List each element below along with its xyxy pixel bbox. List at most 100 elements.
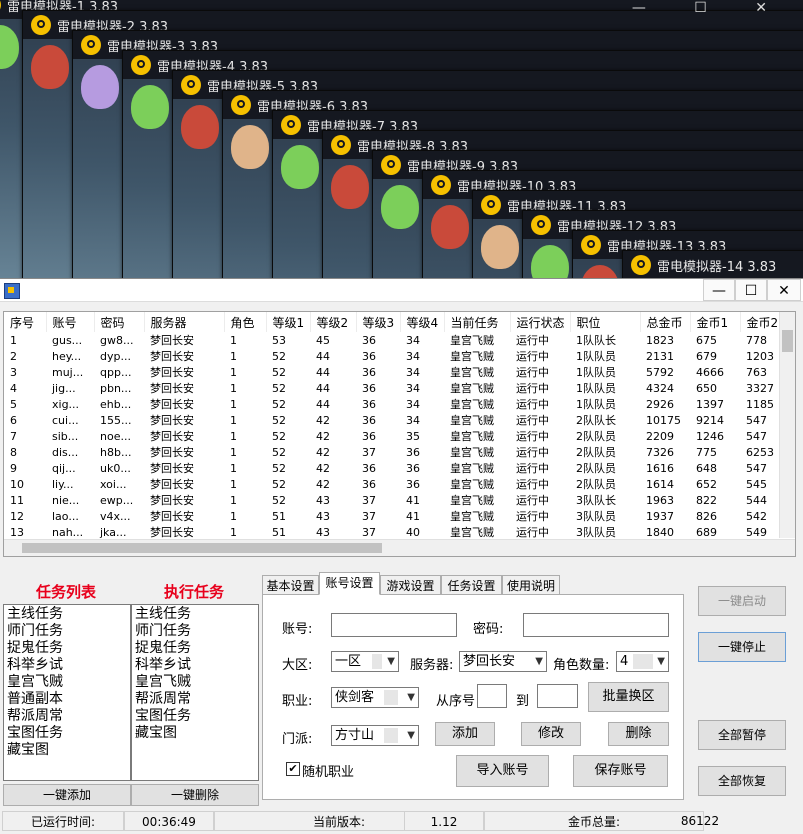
list-item[interactable]: 皇宫飞贼 [7, 674, 130, 691]
batch-change-region-button[interactable]: 批量换区 [588, 682, 669, 712]
password-input[interactable] [523, 613, 669, 637]
tab-basic-settings[interactable]: 基本设置 [262, 575, 319, 595]
table-cell: 36 [362, 413, 376, 427]
ldplayer-logo-icon [331, 135, 351, 155]
emulator-title-bar[interactable]: 雷电模拟器-14 3.83 [623, 251, 803, 278]
emulator-window[interactable]: 雷电模拟器-14 3.83 [622, 250, 803, 278]
table-row[interactable]: 12 lao... v4x... 梦回长安 1 51 43 37 41 皇宫飞贼 运行中 3队队员 19… [4, 508, 780, 524]
table-row[interactable]: 11 nie... ewp... 梦回长安 1 52 43 37 41 皇宫飞贼 运行中 3队队长 19… [4, 492, 780, 508]
tab-account-settings[interactable]: 账号设置 [319, 572, 380, 595]
minimize-button[interactable]: — [703, 279, 735, 301]
table-cell: 梦回长安 [150, 526, 194, 539]
list-item[interactable]: 藏宝图 [7, 742, 130, 759]
table-cell: 梦回长安 [150, 494, 194, 507]
list-item[interactable]: 宝图任务 [7, 725, 130, 742]
list-item[interactable]: 帮派周常 [135, 691, 258, 708]
list-item[interactable]: 师门任务 [135, 623, 258, 640]
delete-all-button[interactable]: 一键删除 [131, 784, 259, 806]
region-select[interactable]: 一区 ▼ [331, 651, 399, 672]
start-all-button[interactable]: 一键启动 [698, 586, 786, 616]
account-input[interactable] [331, 613, 457, 637]
role-count-select[interactable]: 4 ▼ [616, 651, 669, 672]
table-row[interactable]: 3 muj... qpp... 梦回长安 1 52 44 36 34 皇宫飞贼 运行中 1队队员 579… [4, 364, 780, 380]
list-item[interactable]: 捉鬼任务 [7, 640, 130, 657]
list-item[interactable]: 主线任务 [7, 606, 130, 623]
column-header[interactable]: 角色 [224, 312, 267, 332]
app-icon [4, 283, 20, 299]
column-header[interactable]: 账号 [46, 312, 95, 332]
list-item[interactable]: 皇宫飞贼 [135, 674, 258, 691]
column-header[interactable]: 密码 [94, 312, 145, 332]
import-account-button[interactable]: 导入账号 [456, 755, 549, 787]
table-cell: 1 [230, 477, 237, 491]
tab-task-settings[interactable]: 任务设置 [441, 575, 502, 595]
add-button[interactable]: 添加 [435, 722, 495, 746]
modify-button[interactable]: 修改 [521, 722, 581, 746]
table-row[interactable]: 6 cui... 155... 梦回长安 1 52 42 36 34 皇宫飞贼 运行中 2队队长 101… [4, 412, 780, 428]
vertical-scroll-thumb[interactable] [782, 330, 793, 352]
table-cell: 运行中 [516, 478, 549, 491]
column-header[interactable]: 等级3 [356, 312, 401, 332]
save-account-button[interactable]: 保存账号 [573, 755, 668, 787]
list-item[interactable]: 科举乡试 [7, 657, 130, 674]
close-button[interactable]: ✕ [767, 279, 801, 301]
to-index-input[interactable] [537, 684, 578, 708]
table-row[interactable]: 2 hey... dyp... 梦回长安 1 52 44 36 34 皇宫飞贼 运行中 1队队员 213… [4, 348, 780, 364]
character-avatar [231, 125, 269, 169]
column-header[interactable]: 服务器 [144, 312, 225, 332]
column-header[interactable]: 等级1 [266, 312, 311, 332]
column-header[interactable]: 序号 [4, 312, 47, 332]
from-index-input[interactable] [477, 684, 507, 708]
delete-button[interactable]: 删除 [608, 722, 669, 746]
list-item[interactable]: 帮派周常 [7, 708, 130, 725]
table-cell: 45 [316, 333, 330, 347]
status-bar: 已运行时间: 00:36:49 当前版本: 1.12 金币总量: 86122 [0, 809, 803, 833]
exec-task-list[interactable]: 主线任务 师门任务 捉鬼任务 科举乡试 皇宫飞贼 帮派周常 宝图任务 藏宝图 [131, 604, 259, 781]
column-header[interactable]: 运行状态 [510, 312, 571, 332]
sect-select[interactable]: 方寸山 ▼ [331, 725, 419, 746]
table-row[interactable]: 10 liy... xoi... 梦回长安 1 52 42 36 36 皇宫飞贼 运行中 2队队员 16… [4, 476, 780, 492]
table-cell: 1203 [746, 349, 774, 363]
stop-all-button[interactable]: 一键停止 [698, 632, 786, 662]
column-header[interactable]: 金币1 [690, 312, 741, 332]
tab-game-settings[interactable]: 游戏设置 [380, 575, 441, 595]
column-header[interactable]: 当前任务 [444, 312, 511, 332]
table-row[interactable]: 8 dis... h8b... 梦回长安 1 52 42 37 36 皇宫飞贼 运行中 2队队员 732… [4, 444, 780, 460]
table-row[interactable]: 7 sib... noe... 梦回长安 1 52 42 36 35 皇宫飞贼 运行中 2队队员 220… [4, 428, 780, 444]
job-select[interactable]: 侠剑客 ▼ [331, 687, 419, 708]
add-all-button[interactable]: 一键添加 [3, 784, 131, 806]
resume-all-button[interactable]: 全部恢复 [698, 766, 786, 796]
list-item[interactable]: 宝图任务 [135, 708, 258, 725]
table-row[interactable]: 4 jig... pbn... 梦回长安 1 52 44 36 34 皇宫飞贼 运行中 1队队员 432… [4, 380, 780, 396]
table-cell: 1185 [746, 397, 774, 411]
column-header[interactable]: 等级2 [310, 312, 357, 332]
column-header[interactable]: 职位 [570, 312, 641, 332]
tab-usage-guide[interactable]: 使用说明 [502, 575, 560, 595]
maximize-button[interactable]: ☐ [735, 279, 767, 301]
horizontal-scrollbar[interactable] [4, 539, 795, 556]
table-cell: 36 [362, 333, 376, 347]
vertical-scrollbar[interactable] [779, 312, 795, 538]
list-item[interactable]: 藏宝图 [135, 725, 258, 742]
list-item[interactable]: 普通副本 [7, 691, 130, 708]
column-header[interactable]: 等级4 [400, 312, 445, 332]
table-cell: 36 [406, 477, 420, 491]
emulator-window-controls[interactable]: — ☐ ✕ [632, 0, 789, 16]
table-cell: xig... [52, 397, 80, 411]
horizontal-scroll-thumb[interactable] [22, 543, 382, 553]
table-row[interactable]: 5 xig... ehb... 梦回长安 1 52 44 36 34 皇宫飞贼 运行中 1队队员 292… [4, 396, 780, 412]
column-header[interactable]: 金币2 [740, 312, 781, 332]
list-item[interactable]: 捉鬼任务 [135, 640, 258, 657]
task-list[interactable]: 主线任务 师门任务 捉鬼任务 科举乡试 皇宫飞贼 普通副本 帮派周常 宝图任务 藏宝图 [3, 604, 131, 781]
table-row[interactable]: 1 gus... gw8... 梦回长安 1 53 45 36 34 皇宫飞贼 运行中 1队队长 182… [4, 332, 780, 348]
column-header[interactable]: 总金币 [640, 312, 691, 332]
random-job-checkbox[interactable]: ✔ [286, 762, 300, 776]
list-item[interactable]: 科举乡试 [135, 657, 258, 674]
list-item[interactable]: 师门任务 [7, 623, 130, 640]
table-row[interactable]: 13 nah... jka... 梦回长安 1 51 43 37 40 皇宫飞贼 运行中 3队队员 18… [4, 524, 780, 540]
table-cell: 8 [10, 445, 17, 459]
server-select[interactable]: 梦回长安 ▼ [459, 651, 547, 672]
list-item[interactable]: 主线任务 [135, 606, 258, 623]
table-row[interactable]: 9 qij... uk0... 梦回长安 1 52 42 36 36 皇宫飞贼 运行中 2队队员 161… [4, 460, 780, 476]
pause-all-button[interactable]: 全部暂停 [698, 720, 786, 750]
